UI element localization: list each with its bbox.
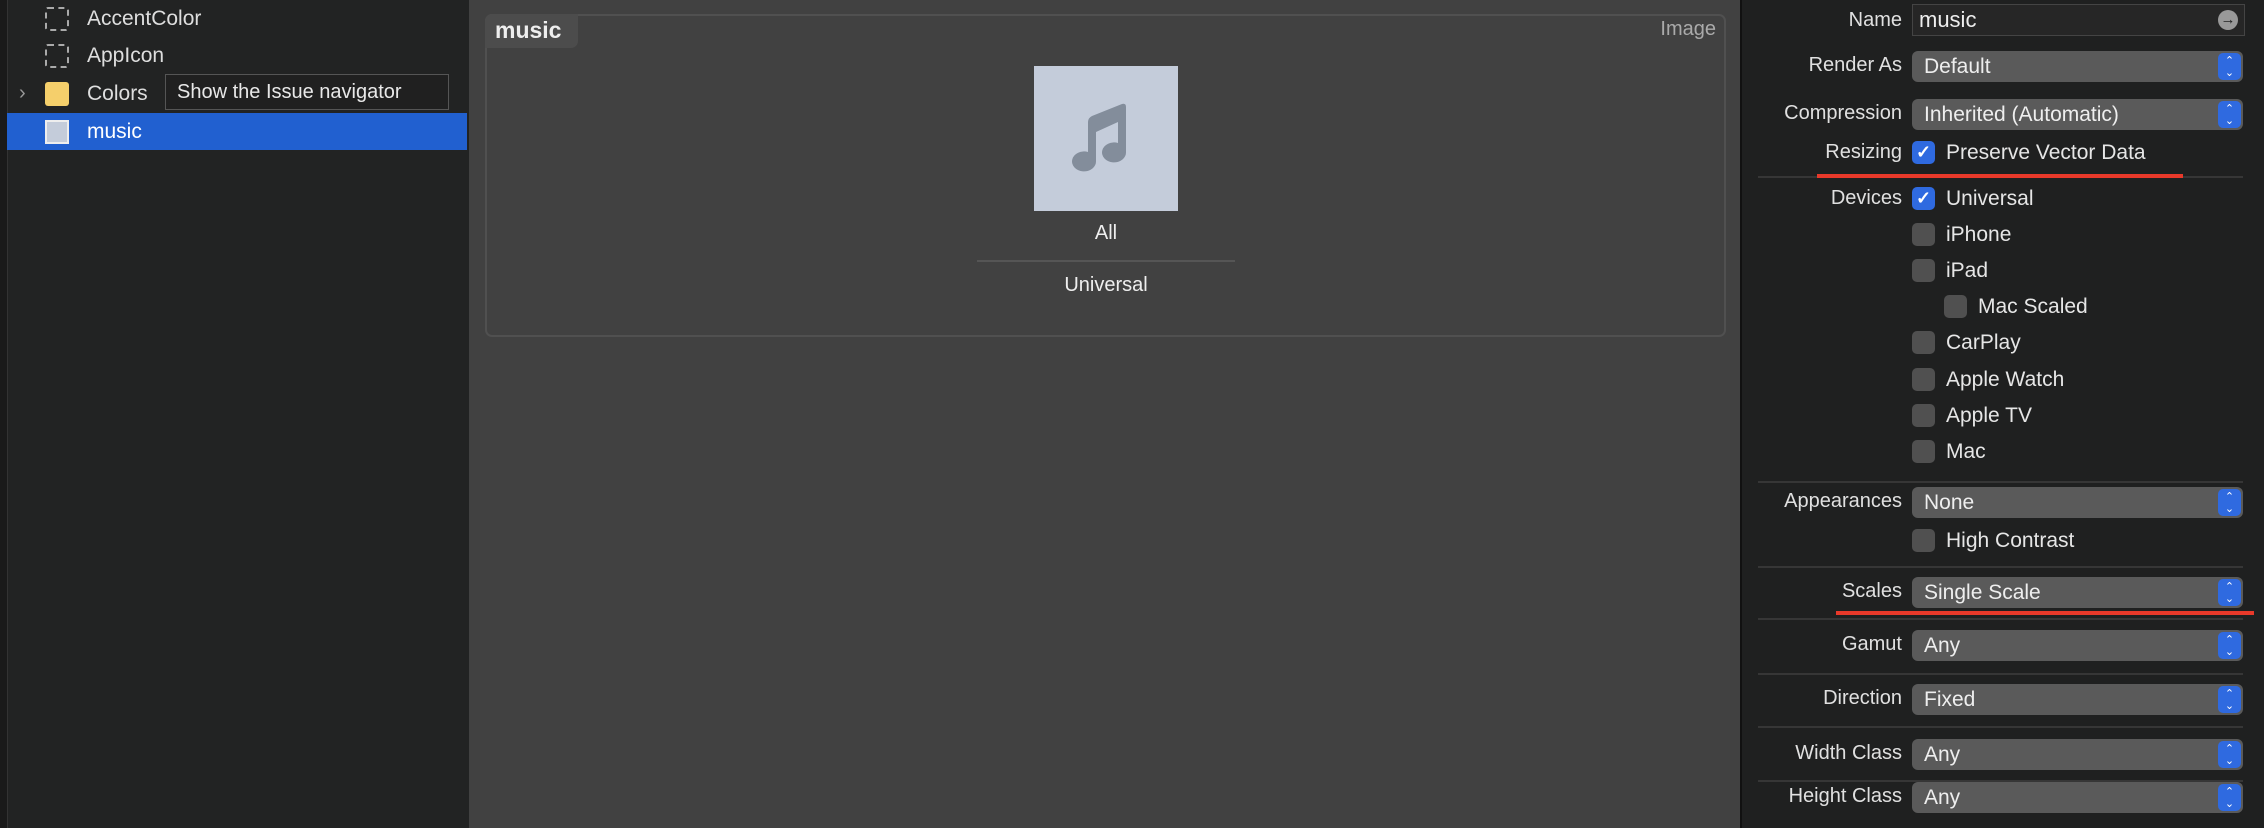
- carplay-checkbox[interactable]: [1912, 331, 1935, 354]
- row-label: Render As: [1808, 54, 1902, 76]
- universal-checkbox[interactable]: ✓: [1912, 187, 1935, 210]
- apple-watch-checkbox[interactable]: [1912, 368, 1935, 391]
- app-icon-set-icon: [45, 43, 69, 68]
- popup-value: Default: [1924, 55, 1991, 78]
- slot-divider: [977, 260, 1235, 262]
- asset-item-label: AccentColor: [87, 6, 202, 30]
- mac-scaled-checkbox[interactable]: [1944, 295, 1967, 318]
- music-note-icon: [1072, 103, 1127, 172]
- popup-value: Fixed: [1924, 688, 1976, 711]
- annotation-underline: [1836, 611, 2254, 615]
- iphone-label: iPhone: [1946, 223, 2012, 246]
- chevron-up-down-icon: ⌃ ⌄: [2218, 632, 2241, 659]
- high-contrast-checkbox[interactable]: [1912, 529, 1935, 552]
- popup-value: Any: [1924, 786, 1961, 809]
- mac-checkbox[interactable]: [1912, 440, 1935, 463]
- section-divider: [1758, 726, 2243, 728]
- tooltip: Show the Issue navigator: [165, 74, 449, 110]
- preserve-vector-data-label: Preserve Vector Data: [1946, 141, 2146, 164]
- name-field[interactable]: music →: [1912, 4, 2245, 36]
- universal-label: Universal: [1946, 187, 2034, 210]
- row-label: Compression: [1784, 102, 1902, 124]
- compression-popup[interactable]: Inherited (Automatic) ⌃ ⌄: [1912, 99, 2243, 130]
- scales-popup[interactable]: Single Scale ⌃ ⌄: [1912, 577, 2243, 608]
- asset-item-music[interactable]: music: [7, 113, 467, 150]
- apple-watch-label: Apple Watch: [1946, 368, 2065, 391]
- high-contrast-label: High Contrast: [1946, 529, 2075, 552]
- chevron-up-down-icon: ⌃ ⌄: [2218, 784, 2241, 811]
- apple-tv-checkbox[interactable]: [1912, 404, 1935, 427]
- section-divider: [1758, 780, 2243, 782]
- ipad-checkbox[interactable]: [1912, 259, 1935, 282]
- ipad-label: iPad: [1946, 259, 1989, 282]
- gamut-popup[interactable]: Any ⌃ ⌄: [1912, 630, 2243, 661]
- image-set-icon: [45, 119, 69, 144]
- popup-value: Inherited (Automatic): [1924, 103, 2119, 126]
- arrow-right-circle-icon[interactable]: →: [2218, 10, 2238, 30]
- chevron-up-down-icon: ⌃ ⌄: [2218, 686, 2241, 713]
- asset-item-label: music: [87, 119, 142, 143]
- asset-item-accentcolor[interactable]: AccentColor: [7, 0, 467, 37]
- popup-value: None: [1924, 491, 1975, 514]
- appearances-popup[interactable]: None ⌃ ⌄: [1912, 487, 2243, 518]
- asset-item-appicon[interactable]: AppIcon: [7, 37, 467, 74]
- chevron-up-down-icon: ⌃ ⌄: [2218, 579, 2241, 606]
- row-label: Resizing: [1825, 141, 1902, 163]
- apple-tv-label: Apple TV: [1946, 404, 2032, 427]
- asset-name-tab: music: [485, 14, 578, 48]
- section-divider: [1758, 618, 2243, 620]
- render-as-popup[interactable]: Default ⌃ ⌄: [1912, 51, 2243, 82]
- chevron-up-down-icon: ⌃ ⌄: [2218, 53, 2241, 80]
- carplay-label: CarPlay: [1946, 331, 2021, 354]
- row-label: Height Class: [1788, 785, 1902, 807]
- mac-label: Mac: [1946, 440, 1986, 463]
- chevron-up-down-icon: ⌃ ⌄: [2218, 489, 2241, 516]
- row-label: Direction: [1823, 687, 1902, 709]
- annotation-underline: [1817, 174, 2183, 178]
- height-class-popup[interactable]: Any ⌃ ⌄: [1912, 782, 2243, 813]
- asset-kind-label: Image: [1660, 18, 1716, 40]
- row-label: Width Class: [1795, 742, 1902, 764]
- asset-item-label: AppIcon: [87, 43, 165, 67]
- section-divider: [1758, 673, 2243, 675]
- row-label: Scales: [1841, 580, 1902, 602]
- folder-icon: [45, 81, 69, 106]
- name-label: Name: [1848, 9, 1902, 31]
- row-label: Devices: [1830, 187, 1902, 209]
- chevron-up-down-icon: ⌃ ⌄: [2218, 741, 2241, 768]
- slot-group-label: Universal: [1064, 274, 1148, 296]
- slot-label: All: [1094, 222, 1118, 244]
- image-slot[interactable]: [1034, 66, 1178, 211]
- width-class-popup[interactable]: Any ⌃ ⌄: [1912, 739, 2243, 770]
- disclosure-chevron-icon[interactable]: ›: [19, 82, 26, 105]
- row-label: Gamut: [1841, 633, 1902, 655]
- popup-value: Any: [1924, 743, 1961, 766]
- section-divider: [1758, 481, 2243, 483]
- preserve-vector-data-checkbox[interactable]: ✓: [1912, 141, 1935, 164]
- name-value: music: [1919, 7, 1977, 32]
- asset-item-label: Colors: [87, 81, 148, 105]
- popup-value: Any: [1924, 634, 1961, 657]
- chevron-up-down-icon: ⌃ ⌄: [2218, 101, 2241, 128]
- iphone-checkbox[interactable]: [1912, 223, 1935, 246]
- popup-value: Single Scale: [1924, 581, 2041, 604]
- color-set-icon: [45, 6, 69, 31]
- section-divider: [1758, 566, 2243, 568]
- direction-popup[interactable]: Fixed ⌃ ⌄: [1912, 684, 2243, 715]
- mac-scaled-label: Mac Scaled: [1978, 295, 2088, 318]
- row-label: Appearances: [1784, 490, 1902, 512]
